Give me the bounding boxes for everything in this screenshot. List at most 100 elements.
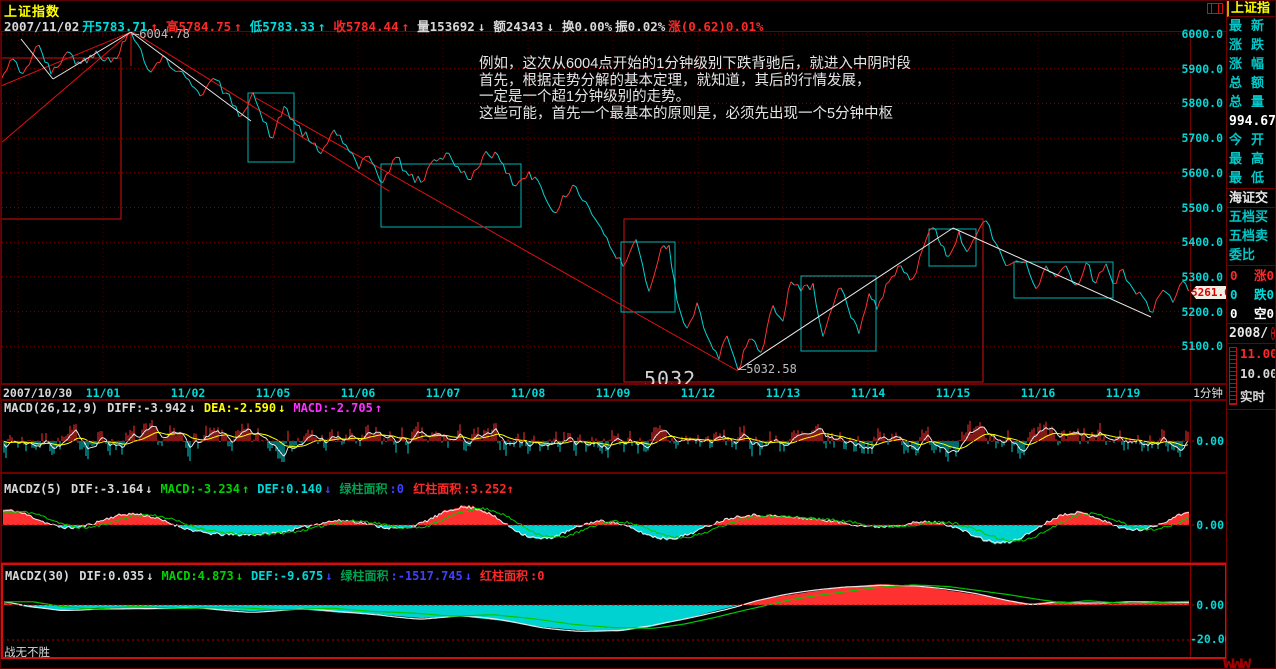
annotation-line: 首先，根据走势分解的基本定理，就知道，其后的行情发展， — [479, 73, 1139, 90]
text-segment: 收5784.44 — [333, 19, 398, 34]
annotation-line: 一定是一个超1分钟级别的走势。 — [479, 89, 1139, 106]
text-segment: MACD:-2.705 — [293, 401, 372, 415]
sidebar-updown-list: 0涨00跌00空0 — [1227, 266, 1276, 324]
sidebar-item: 五档卖 — [1227, 227, 1276, 246]
text-segment: ↓ — [278, 401, 285, 415]
date-label: 11/15 — [936, 386, 971, 400]
text-segment: 红柱面积 — [480, 569, 528, 583]
updown-row: 0涨0 — [1227, 266, 1276, 285]
macdz30-header: MACDZ(30) DIF:0.035↓MACD:4.873↓DEF:-9.67… — [5, 567, 546, 584]
text-segment: ↑ — [402, 19, 410, 34]
text-segment: ↑ — [318, 19, 326, 34]
text-segment: DIFF:-3.942 — [107, 401, 186, 415]
date-label: 11/13 — [766, 386, 801, 400]
sidebar-quote-list: 最新涨跌涨幅总额总量994.67今开最高最低 — [1227, 17, 1276, 189]
interval-label[interactable]: 1分钟 — [1193, 385, 1223, 401]
date-label: 11/19 — [1106, 386, 1141, 400]
price-axis-label: 5300.0 — [1181, 270, 1223, 284]
topbar: 上证指数 2007/11/02开5783.71↑高5784.75↑低5783.3… — [1, 1, 1226, 31]
text-segment: 低5783.33 — [250, 19, 315, 34]
text-segment: :3.252↑ — [463, 482, 514, 496]
date-label: 2007/10/30 — [3, 386, 72, 400]
price-axis-label: 5200.0 — [1181, 305, 1223, 319]
sidebar-header[interactable]: 上证指 — [1227, 1, 1276, 17]
indicator-axis-label: 0.00 — [1190, 434, 1224, 448]
text-segment: :-1517.745 — [391, 569, 463, 583]
trough-price-label: —5032.58 — [739, 362, 797, 376]
price-axis-label: 5800.0 — [1181, 96, 1223, 110]
indicator-axis-label: 0.00 — [1190, 518, 1224, 532]
text-segment: 红柱面积 — [413, 482, 461, 496]
text-segment: MACD(26,12,9) — [4, 401, 105, 415]
text-segment: ↓ — [189, 401, 196, 415]
misc-value[interactable]: 11.00 — [1240, 346, 1276, 361]
text-segment: :0 — [530, 569, 544, 583]
text-segment: 涨(0.62)0.01% — [668, 19, 763, 34]
price-axis-label: 5400.0 — [1181, 235, 1223, 249]
printer-icon[interactable] — [1207, 3, 1223, 14]
sidebar-misc-panel: 11.00 10.00 实时 — [1227, 344, 1276, 410]
sidebar-item: 总额 — [1227, 74, 1276, 93]
text-segment: 2007/11/02 — [4, 19, 79, 34]
indicator-axis-label: -20.00 — [1190, 632, 1224, 646]
sidebar-item: 委比 — [1227, 246, 1276, 265]
sidebar-item: 总量 — [1227, 93, 1276, 112]
price-axis-label: 5600.0 — [1181, 166, 1223, 180]
sidebar-item: 今开 — [1227, 131, 1276, 150]
date-label: 11/16 — [1021, 386, 1056, 400]
text-segment: DEF:-9.675 — [251, 569, 323, 583]
text-segment: ↓ — [236, 569, 243, 583]
date-axis: 2007/10/3011/0111/0211/0511/0611/0711/08… — [1, 384, 1227, 400]
sidebar-item: 最高 — [1227, 150, 1276, 169]
volume-value: 994.67 — [1227, 112, 1276, 131]
date-label: 11/09 — [596, 386, 631, 400]
text-segment: DIF:0.035 — [79, 569, 144, 583]
text-segment: DEF:0.140 — [257, 482, 322, 496]
text-segment: ↓ — [145, 482, 152, 496]
motto-text: 战无不胜 — [4, 644, 50, 660]
price-axis-label: 5100.0 — [1181, 339, 1223, 353]
text-segment: ↓ — [465, 569, 472, 583]
text-segment: MACDZ(5) — [4, 482, 69, 496]
misc-value[interactable]: 10.00 — [1240, 366, 1276, 381]
price-axis: 6000.05900.05800.05700.05600.05500.05400… — [1191, 31, 1226, 384]
text-segment: ↓ — [478, 19, 486, 34]
indicator-axis-label: 0.00 — [1190, 598, 1224, 612]
sidebar-item: 五档买 — [1227, 208, 1276, 227]
text-segment: 绿柱面积 — [340, 569, 388, 583]
price-axis-label: 5500.0 — [1181, 201, 1223, 215]
year-label: 2008/ — [1229, 324, 1268, 344]
date-label: 11/12 — [681, 386, 716, 400]
text-segment: 换0.00% — [562, 19, 612, 34]
text-segment: ↑ — [242, 482, 249, 496]
annotation-block: 例如，这次从6004点开始的1分钟级别下跌背驰后，就进入中阴时段首先，根据走势分… — [479, 56, 1139, 122]
date-label: 11/08 — [511, 386, 546, 400]
text-segment: ↓ — [146, 569, 153, 583]
last-price-tag: 5261.6 — [1191, 286, 1227, 299]
date-label: 11/07 — [426, 386, 461, 400]
misc-value[interactable]: 实时 — [1240, 386, 1265, 405]
text-segment: DIF:-3.164 — [71, 482, 143, 496]
sidebar-item: 涨幅 — [1227, 55, 1276, 74]
text-segment: ↓ — [324, 482, 331, 496]
text-segment: :0 — [390, 482, 412, 496]
date-label: 11/14 — [851, 386, 886, 400]
updown-row: 0空0 — [1227, 304, 1276, 323]
date-label: 11/05 — [256, 386, 291, 400]
price-axis-label: 5700.0 — [1181, 131, 1223, 145]
year-row: 2008/ — [1227, 324, 1276, 344]
date-label: 11/06 — [341, 386, 376, 400]
sidebar-item: 最新 — [1227, 17, 1276, 36]
text-segment: ↑ — [150, 19, 158, 34]
text-segment: MACDZ(30) — [5, 569, 77, 583]
sidebar-item: 涨跌 — [1227, 36, 1276, 55]
text-segment: MACD:-3.234 — [161, 482, 240, 496]
sidebar: 上证指 最新涨跌涨幅总额总量994.67今开最高最低 海证交 五档买五档卖委比 … — [1226, 1, 1276, 669]
globe-icon[interactable] — [1271, 327, 1275, 340]
macdz5-header: MACDZ(5) DIF:-3.164↓MACD:-3.234↑DEF:0.14… — [4, 480, 516, 497]
text-segment: 绿柱面积 — [340, 482, 388, 496]
sidebar-item: 最低 — [1227, 169, 1276, 188]
price-axis-label: 5900.0 — [1181, 62, 1223, 76]
sidebar-depth-list: 五档买五档卖委比 — [1227, 208, 1276, 266]
text-segment: ↓ — [546, 19, 554, 34]
